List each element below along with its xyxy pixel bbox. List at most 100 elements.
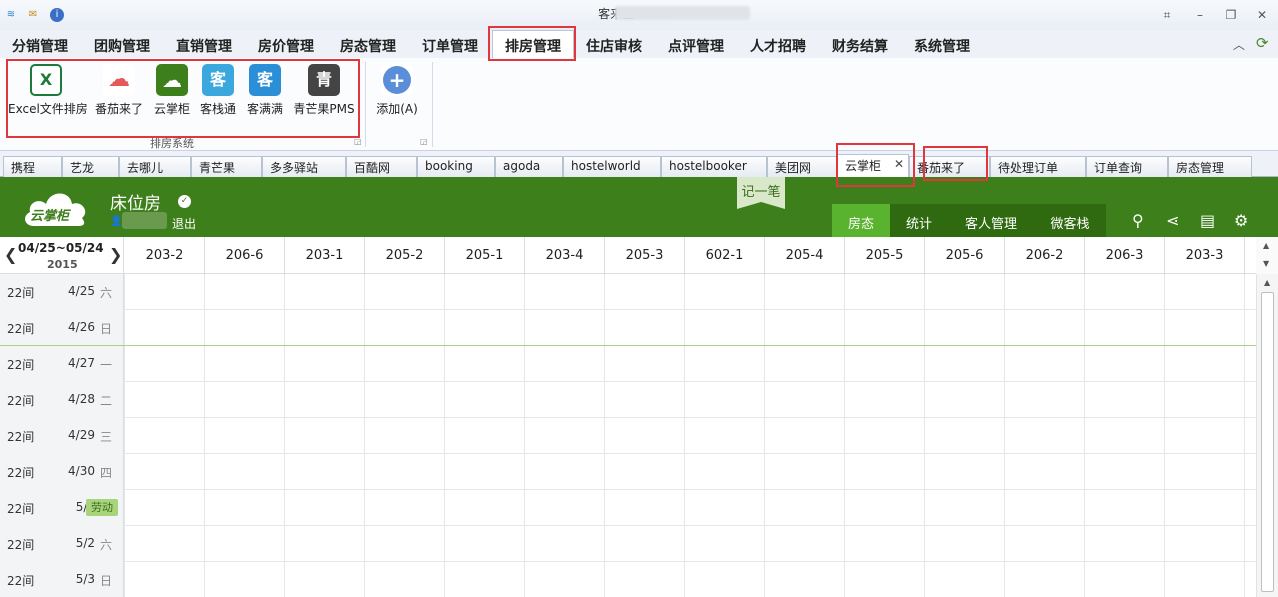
- booking-cell[interactable]: [845, 454, 925, 490]
- booking-cell[interactable]: [1005, 526, 1085, 562]
- booking-cell[interactable]: [125, 454, 205, 490]
- booking-cell[interactable]: [925, 454, 1005, 490]
- tab-statistics[interactable]: 统计: [890, 204, 948, 237]
- booking-cell[interactable]: [925, 346, 1005, 382]
- booking-cell[interactable]: [685, 562, 765, 597]
- room-column-header[interactable]: 203-1: [285, 237, 365, 273]
- room-column-header[interactable]: 206-6: [205, 237, 285, 273]
- tab-hostelbooker[interactable]: hostelbooker: [661, 156, 767, 177]
- tab-guest-management[interactable]: 客人管理: [948, 204, 1034, 237]
- booking-cell[interactable]: [1165, 310, 1245, 346]
- booking-cell[interactable]: [205, 526, 285, 562]
- booking-cell[interactable]: [365, 418, 445, 454]
- booking-cell[interactable]: [525, 274, 605, 310]
- booking-cell[interactable]: [1005, 310, 1085, 346]
- booking-cell[interactable]: [605, 418, 685, 454]
- room-column-header[interactable]: 203-4: [525, 237, 605, 273]
- tab-room-state[interactable]: 房态: [832, 204, 890, 237]
- room-column-header[interactable]: 206-2: [1005, 237, 1085, 273]
- booking-cell[interactable]: [845, 526, 925, 562]
- collapse-ribbon-icon[interactable]: ︿: [1233, 36, 1245, 53]
- menu-item-system[interactable]: 系统管理: [914, 36, 970, 56]
- booking-cell[interactable]: [125, 274, 205, 310]
- group-expand-icon[interactable]: ◲: [354, 137, 362, 146]
- booking-cell[interactable]: [205, 562, 285, 597]
- menu-item-distribution[interactable]: 分销管理: [12, 36, 68, 56]
- group-expand-icon-2[interactable]: ◲: [420, 137, 428, 146]
- booking-cell[interactable]: [765, 562, 845, 597]
- booking-cell[interactable]: [1085, 418, 1165, 454]
- booking-cell[interactable]: [125, 562, 205, 597]
- share-icon[interactable]: ⋖: [1166, 211, 1179, 230]
- booking-cell[interactable]: [1005, 274, 1085, 310]
- booking-cell[interactable]: [525, 454, 605, 490]
- booking-cell[interactable]: [765, 382, 845, 418]
- scroll-down-icon-top[interactable]: ▼: [1263, 259, 1269, 268]
- booking-cell[interactable]: [685, 346, 765, 382]
- settings-icon[interactable]: ⚙: [1234, 211, 1248, 230]
- logout-link[interactable]: 退出: [172, 215, 196, 232]
- booking-cell[interactable]: [685, 382, 765, 418]
- room-column-header[interactable]: 205-6: [925, 237, 1005, 273]
- tab-agoda[interactable]: agoda: [495, 156, 563, 177]
- booking-cell[interactable]: [525, 382, 605, 418]
- booking-cell[interactable]: [685, 310, 765, 346]
- booking-cell[interactable]: [1165, 490, 1245, 526]
- tab-meituan[interactable]: 美团网: [767, 156, 837, 177]
- booking-cell[interactable]: [365, 310, 445, 346]
- close-tab-icon[interactable]: ✕: [894, 157, 904, 171]
- booking-cell[interactable]: [125, 382, 205, 418]
- booking-cell[interactable]: [205, 382, 285, 418]
- booking-cell[interactable]: [125, 526, 205, 562]
- scroll-up-icon[interactable]: ▲: [1263, 241, 1269, 250]
- booking-cell[interactable]: [445, 562, 525, 597]
- booking-cell[interactable]: [845, 274, 925, 310]
- booking-cell[interactable]: [365, 346, 445, 382]
- room-column-header[interactable]: 205-1: [445, 237, 525, 273]
- booking-cell[interactable]: [205, 454, 285, 490]
- booking-cell[interactable]: [685, 526, 765, 562]
- booking-cell[interactable]: [845, 346, 925, 382]
- booking-cell[interactable]: [365, 526, 445, 562]
- room-column-header[interactable]: 203-2: [125, 237, 205, 273]
- booking-cell[interactable]: [685, 274, 765, 310]
- tomato-button[interactable]: ☁ 番茄来了: [92, 64, 146, 117]
- room-column-header[interactable]: 203-3: [1165, 237, 1245, 273]
- excel-import-button[interactable]: X Excel文件排房: [8, 64, 88, 117]
- booking-cell[interactable]: [765, 526, 845, 562]
- restore-icon[interactable]: ⌗: [1158, 7, 1176, 23]
- booking-cell[interactable]: [525, 526, 605, 562]
- booking-cell[interactable]: [445, 526, 525, 562]
- room-column-header[interactable]: 206-3: [1085, 237, 1165, 273]
- booking-cell[interactable]: [1005, 346, 1085, 382]
- booking-cell[interactable]: [285, 346, 365, 382]
- scroll-thumb[interactable]: [1261, 292, 1274, 592]
- booking-cell[interactable]: [285, 562, 365, 597]
- room-column-header[interactable]: 205-4: [765, 237, 845, 273]
- booking-cell[interactable]: [125, 310, 205, 346]
- booking-cell[interactable]: [1165, 382, 1245, 418]
- booking-cell[interactable]: [845, 418, 925, 454]
- tab-yunzhanggui[interactable]: 云掌柜 ✕: [837, 154, 909, 178]
- booking-cell[interactable]: [285, 310, 365, 346]
- next-range-icon[interactable]: ❯: [109, 245, 122, 264]
- booking-cell[interactable]: [925, 418, 1005, 454]
- tab-ctrip[interactable]: 携程: [3, 156, 62, 177]
- booking-cell[interactable]: [1085, 526, 1165, 562]
- close-icon[interactable]: ✕: [1253, 7, 1271, 23]
- booking-cell[interactable]: [845, 310, 925, 346]
- booking-cell[interactable]: [525, 310, 605, 346]
- menu-item-finance[interactable]: 财务结算: [832, 36, 888, 56]
- booking-cell[interactable]: [1005, 382, 1085, 418]
- yunzhanggui-button[interactable]: ☁ 云掌柜: [152, 64, 192, 117]
- scroll-up-arrow[interactable]: ▲: [1264, 278, 1270, 287]
- booking-cell[interactable]: [365, 382, 445, 418]
- booking-cell[interactable]: [285, 274, 365, 310]
- booking-cell[interactable]: [525, 346, 605, 382]
- room-column-header[interactable]: 205-5: [845, 237, 925, 273]
- room-column-header[interactable]: 602-1: [685, 237, 765, 273]
- tab-tomato[interactable]: 番茄来了: [909, 156, 990, 177]
- booking-cell[interactable]: [925, 526, 1005, 562]
- booking-cell[interactable]: [765, 454, 845, 490]
- booking-cell[interactable]: [285, 526, 365, 562]
